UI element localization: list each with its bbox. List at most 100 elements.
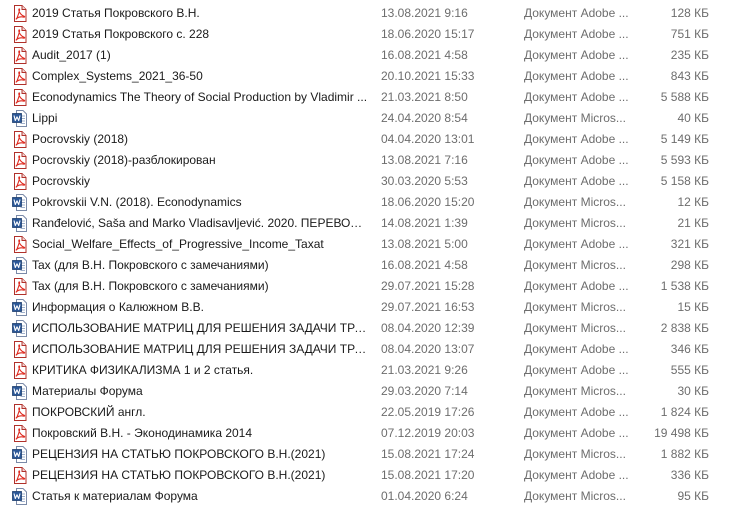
file-type: Документ Adobe ...	[524, 468, 629, 482]
file-size: 1 824 КБ	[660, 405, 709, 419]
file-type: Документ Adobe ...	[524, 174, 629, 188]
file-name: Pocrovskiy (2018)-разблокирован	[32, 153, 216, 167]
file-type: Документ Micros...	[524, 258, 626, 272]
word-file-icon	[12, 299, 28, 316]
file-size: 95 КБ	[677, 489, 709, 503]
file-name: ИСПОЛЬЗОВАНИЕ МАТРИЦ ДЛЯ РЕШЕНИЯ ЗАДАЧИ …	[32, 321, 370, 335]
file-row[interactable]: Pocrovskiy 30.03.2020 5:53 Документ Adobe …	[0, 171, 730, 192]
file-date-modified: 29.03.2020 7:14	[381, 384, 468, 398]
word-file-icon	[12, 446, 28, 463]
word-file-icon	[12, 320, 28, 337]
file-date-modified: 30.03.2020 5:53	[381, 174, 468, 188]
file-type: Документ Micros...	[524, 216, 626, 230]
file-name: Информация о Калюжном В.В.	[32, 300, 204, 314]
file-type: Документ Adobe ...	[524, 153, 629, 167]
file-row[interactable]: Tax (для В.Н. Покровского с замечаниями)…	[0, 255, 730, 276]
file-size: 1 538 КБ	[660, 279, 709, 293]
file-name: ПОКРОВСКИЙ англ.	[32, 405, 146, 419]
file-type: Документ Adobe ...	[524, 237, 629, 251]
file-row[interactable]: ПОКРОВСКИЙ англ. 22.05.2019 17:26 Документ…	[0, 402, 730, 423]
file-date-modified: 13.08.2021 5:00	[381, 237, 468, 251]
file-row[interactable]: Статья к материалам Форума 01.04.2020 6:2…	[0, 486, 730, 507]
file-name: Pokrovskii V.N. (2018). Econodynamics	[32, 195, 242, 209]
pdf-file-icon	[12, 278, 28, 295]
file-type: Документ Adobe ...	[524, 132, 629, 146]
file-row[interactable]: Econodynamics The Theory of Social Produ…	[0, 87, 730, 108]
file-name: Complex_Systems_2021_36-50	[32, 69, 203, 83]
file-row[interactable]: Покровский В.Н. - Эконодинамика 2014 07.1…	[0, 423, 730, 444]
file-size: 2 838 КБ	[660, 321, 709, 335]
file-date-modified: 04.04.2020 13:01	[381, 132, 475, 146]
file-type: Документ Adobe ...	[524, 363, 629, 377]
pdf-file-icon	[12, 404, 28, 421]
file-row[interactable]: Pocrovskiy (2018) 04.04.2020 13:01 Докумен…	[0, 129, 730, 150]
file-name: Покровский В.Н. - Эконодинамика 2014	[32, 426, 253, 440]
file-list: 2019 Статья Покровского В.Н. 13.08.2021 9…	[0, 3, 730, 507]
file-row[interactable]: Complex_Systems_2021_36-50 20.10.2021 15:…	[0, 66, 730, 87]
file-name: Lippi	[32, 111, 58, 125]
file-type: Документ Adobe ...	[524, 426, 629, 440]
word-file-icon	[12, 383, 28, 400]
file-row[interactable]: КРИТИКА ФИЗИКАЛИЗМА 1 и 2 статья. 21.03.2…	[0, 360, 730, 381]
pdf-file-icon	[12, 173, 28, 190]
file-name: Tax (для В.Н. Покровского с замечаниями)	[32, 258, 269, 272]
file-type: Документ Adobe ...	[524, 48, 629, 62]
file-name: Pocrovskiy (2018)	[32, 132, 129, 146]
file-type: Документ Micros...	[524, 384, 626, 398]
file-date-modified: 01.04.2020 6:24	[381, 489, 468, 503]
pdf-file-icon	[12, 425, 28, 442]
file-size: 555 КБ	[670, 363, 709, 377]
file-row[interactable]: 2019 Статья Покровского с. 228 18.06.2020…	[0, 24, 730, 45]
file-date-modified: 16.08.2021 4:58	[381, 258, 468, 272]
file-name: Tax (для В.Н. Покровского с замечаниями)	[32, 279, 269, 293]
file-row[interactable]: ИСПОЛЬЗОВАНИЕ МАТРИЦ ДЛЯ РЕШЕНИЯ ЗАДАЧИ …	[0, 318, 730, 339]
pdf-file-icon	[12, 5, 28, 22]
file-size: 5 149 КБ	[660, 132, 709, 146]
file-type: Документ Adobe ...	[524, 279, 629, 293]
file-date-modified: 08.04.2020 12:39	[381, 321, 475, 335]
file-name: Ranđelović, Saša and Marko Vladisavljevi…	[32, 216, 370, 230]
file-date-modified: 21.03.2021 8:50	[381, 90, 468, 104]
file-name: РЕЦЕНЗИЯ НА СТАТЬЮ ПОКРОВСКОГО В.Н.(2021…	[32, 447, 326, 461]
pdf-file-icon	[12, 152, 28, 169]
file-type: Документ Adobe ...	[524, 27, 629, 41]
file-type: Документ Micros...	[524, 447, 626, 461]
file-name: 2019 Статья Покровского с. 228	[32, 27, 210, 41]
word-file-icon	[12, 110, 28, 127]
file-size: 843 КБ	[670, 69, 709, 83]
file-name: РЕЦЕНЗИЯ НА СТАТЬЮ ПОКРОВСКОГО В.Н.(2021…	[32, 468, 326, 482]
file-size: 12 КБ	[677, 195, 709, 209]
file-date-modified: 21.03.2021 9:26	[381, 363, 468, 377]
file-name: Econodynamics The Theory of Social Produ…	[32, 90, 368, 104]
file-size: 298 КБ	[670, 258, 709, 272]
file-row[interactable]: Информация о Калюжном В.В. 29.07.2021 16:…	[0, 297, 730, 318]
file-date-modified: 13.08.2021 7:16	[381, 153, 468, 167]
file-type: Документ Adobe ...	[524, 405, 629, 419]
file-size: 5 593 КБ	[660, 153, 709, 167]
file-date-modified: 20.10.2021 15:33	[381, 69, 475, 83]
file-row[interactable]: Social_Welfare_Effects_of_Progressive_In…	[0, 234, 730, 255]
file-row[interactable]: Lippi 24.04.2020 8:54 Документ Micros... 40…	[0, 108, 730, 129]
file-row[interactable]: Audit_2017 (1) 16.08.2021 4:58 Документ Ad…	[0, 45, 730, 66]
file-row[interactable]: Pokrovskii V.N. (2018). Econodynamics 18.…	[0, 192, 730, 213]
pdf-file-icon	[12, 26, 28, 43]
file-row[interactable]: 2019 Статья Покровского В.Н. 13.08.2021 9…	[0, 3, 730, 24]
file-row[interactable]: РЕЦЕНЗИЯ НА СТАТЬЮ ПОКРОВСКОГО В.Н.(2021…	[0, 465, 730, 486]
file-row[interactable]: Tax (для В.Н. Покровского с замечаниями)…	[0, 276, 730, 297]
file-name: Статья к материалам Форума	[32, 489, 198, 503]
file-row[interactable]: ИСПОЛЬЗОВАНИЕ МАТРИЦ ДЛЯ РЕШЕНИЯ ЗАДАЧИ …	[0, 339, 730, 360]
file-row[interactable]: РЕЦЕНЗИЯ НА СТАТЬЮ ПОКРОВСКОГО В.Н.(2021…	[0, 444, 730, 465]
file-row[interactable]: Pocrovskiy (2018)-разблокирован 13.08.202…	[0, 150, 730, 171]
file-type: Документ Adobe ...	[524, 69, 629, 83]
file-size: 336 КБ	[670, 468, 709, 482]
file-name: КРИТИКА ФИЗИКАЛИЗМА 1 и 2 статья.	[32, 363, 254, 377]
file-date-modified: 18.06.2020 15:17	[381, 27, 475, 41]
file-type: Документ Adobe ...	[524, 6, 629, 20]
file-row[interactable]: Материалы Форума 29.03.2020 7:14 Документ …	[0, 381, 730, 402]
file-date-modified: 29.07.2021 15:28	[381, 279, 475, 293]
pdf-file-icon	[12, 89, 28, 106]
file-size: 15 КБ	[677, 300, 709, 314]
pdf-file-icon	[12, 47, 28, 64]
file-row[interactable]: Ranđelović, Saša and Marko Vladisavljevi…	[0, 213, 730, 234]
pdf-file-icon	[12, 236, 28, 253]
